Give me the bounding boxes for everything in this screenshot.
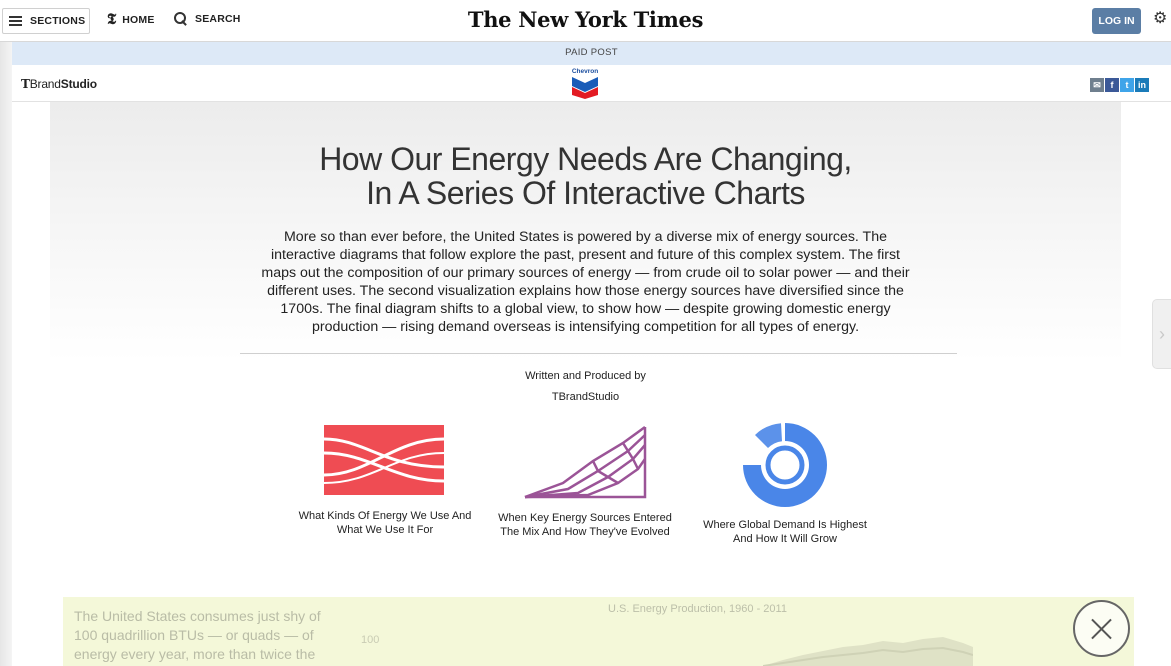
card-title: When Key Energy Sources Entered The Mix …	[490, 511, 680, 539]
twitter-icon[interactable]: t	[1120, 78, 1134, 92]
chart-link-energy-history[interactable]: When Key Energy Sources Entered The Mix …	[490, 423, 680, 539]
chevron-right-icon: ›	[1159, 324, 1165, 344]
close-icon[interactable]	[1073, 600, 1130, 657]
card-title-line: And How It Will Grow	[733, 533, 837, 545]
chevron-logo[interactable]: Chevron	[570, 68, 600, 100]
card-title-line: The Mix And How They've Evolved	[500, 526, 670, 538]
article-headline: How Our Energy Needs Are Changing, In A …	[0, 142, 1171, 210]
mail-icon[interactable]: ✉	[1090, 78, 1104, 92]
tbrand-brand: Brand	[29, 77, 61, 91]
headline-line-1: How Our Energy Needs Are Changing,	[319, 141, 852, 177]
stream-graph-icon	[524, 425, 647, 499]
chevron-emblem-icon	[572, 77, 598, 99]
tbrand-studio: Studio	[60, 77, 97, 91]
preview-y-tick: 100	[361, 634, 380, 646]
preview-chart-title: U.S. Energy Production, 1960 - 2011	[608, 603, 787, 615]
card-title-line: What We Use It For	[336, 524, 434, 536]
chart-link-energy-uses[interactable]: What Kinds Of Energy We Use And What We …	[290, 423, 480, 537]
card-title-line: What Kinds Of Energy We Use And	[298, 510, 472, 522]
divider	[240, 353, 957, 354]
tbrandstudio-logo[interactable]: TBrandStudio	[21, 77, 97, 91]
left-page-edge	[0, 42, 12, 666]
headline-line-2: In A Series Of Interactive Charts	[366, 175, 805, 211]
chevron-wordmark: Chevron	[571, 68, 599, 75]
article-intro: More so than ever before, the United Sta…	[261, 229, 910, 335]
donut-chart-icon	[743, 423, 827, 507]
brand-bar: TBrandStudio Chevron ✉ f t in	[12, 65, 1171, 102]
card-title-line: Where Global Demand Is Highest	[703, 519, 867, 531]
login-button[interactable]: LOG IN	[1092, 8, 1141, 34]
next-article-tab[interactable]: ›	[1152, 299, 1171, 369]
gear-icon[interactable]: ⚙	[1153, 11, 1167, 27]
chart-link-global-demand[interactable]: Where Global Demand Is Highest And How I…	[690, 421, 880, 546]
card-title-line: When Key Energy Sources Entered	[498, 512, 672, 524]
credit-label: Written and Produced by	[525, 370, 646, 382]
share-tools: ✉ f t in	[1090, 78, 1149, 92]
next-section-preview: The United States consumes just shy of 1…	[63, 597, 1134, 666]
card-title: What Kinds Of Energy We Use And What We …	[290, 509, 480, 537]
preview-text: The United States consumes just shy of 1…	[74, 608, 321, 662]
masthead-logo[interactable]: The New York Times	[0, 7, 1171, 32]
sankey-icon	[324, 425, 445, 495]
facebook-icon[interactable]: f	[1105, 78, 1119, 92]
tbrand-t: T	[21, 77, 30, 91]
preview-area-chart	[763, 637, 973, 666]
paid-post-banner: PAID POST	[12, 42, 1171, 65]
linkedin-icon[interactable]: in	[1135, 78, 1149, 92]
top-nav-bar: SECTIONS 𝕿 HOME SEARCH The New York Time…	[0, 0, 1171, 42]
credit-name: TBrandStudio	[551, 391, 620, 403]
card-title: Where Global Demand Is Highest And How I…	[690, 518, 880, 546]
